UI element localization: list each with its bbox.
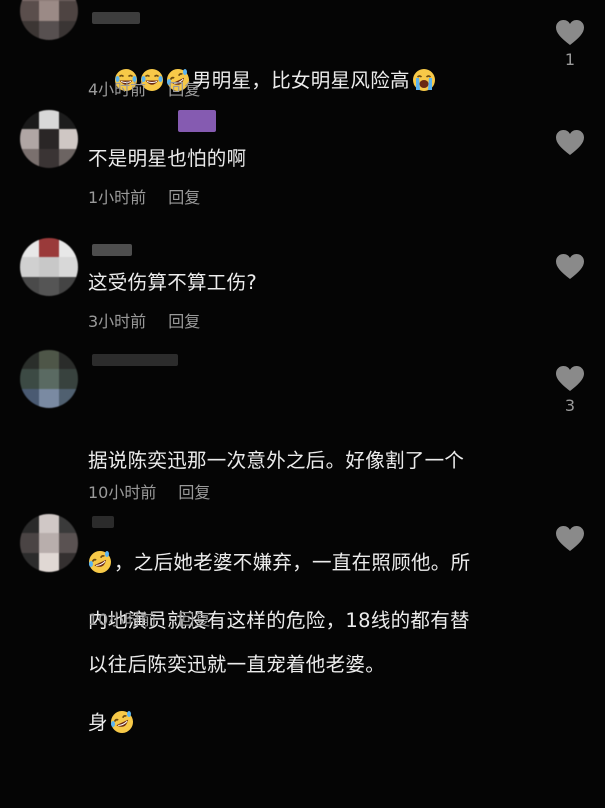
comment-item: 据说陈奕迅那一次意外之后。好像割了一个 ，之后她老婆不嫌弃，一直在照顾他。所 以…	[0, 346, 605, 676]
crying-emoji	[412, 68, 436, 92]
like-count: 3	[564, 396, 576, 415]
comment-text-body: 身	[88, 711, 108, 734]
reply-button[interactable]: 回复	[168, 188, 200, 207]
username-blurred[interactable]	[178, 110, 216, 132]
reply-button[interactable]: 回复	[178, 610, 210, 629]
like-count: 1	[564, 50, 576, 69]
comment-text-body: 男明星，比女明星风险高	[192, 69, 410, 92]
comment-text-line: 身	[88, 706, 538, 740]
comment-meta: 1小时前 回复	[88, 184, 200, 208]
like-button[interactable]	[556, 526, 584, 552]
heart-icon	[556, 254, 584, 280]
comment-meta: 3小时前 回复	[88, 308, 200, 332]
comment-meta: 10小时前 回复	[88, 606, 210, 630]
timestamp: 1小时前	[88, 188, 147, 207]
avatar[interactable]	[20, 0, 78, 40]
like-button[interactable]	[556, 130, 584, 156]
username-blurred[interactable]	[92, 354, 178, 366]
timestamp: 10小时前	[88, 483, 157, 502]
timestamp: 4小时前	[88, 80, 147, 99]
comment-item: 这受伤算不算工伤? 3小时前 回复	[0, 238, 605, 348]
timestamp: 10小时前	[88, 610, 157, 629]
comment-item: 内地演员就没有这样的危险，18线的都有替 身 10小时前 回复	[0, 510, 605, 734]
reply-button[interactable]: 回复	[168, 312, 200, 331]
username-blurred[interactable]	[92, 12, 140, 24]
timestamp: 3小时前	[88, 312, 147, 331]
heart-icon	[556, 20, 584, 46]
heart-icon	[556, 526, 584, 552]
heart-icon	[556, 130, 584, 156]
like-button[interactable]	[556, 20, 584, 46]
rofl-emoji	[110, 710, 134, 734]
username-blurred[interactable]	[92, 516, 114, 528]
reply-button[interactable]: 回复	[178, 483, 210, 502]
avatar[interactable]	[20, 350, 78, 408]
avatar[interactable]	[20, 110, 78, 168]
comment-meta: 4小时前 回复	[88, 76, 200, 100]
comment-text: 不是明星也怕的啊	[88, 147, 247, 170]
username-blurred[interactable]	[92, 244, 132, 256]
avatar[interactable]	[20, 514, 78, 572]
comment-text: 内地演员就没有这样的危险，18线的都有替 身	[88, 536, 538, 808]
comment-item: 不是明星也怕的啊 1小时前 回复	[0, 110, 605, 228]
comment-text-line: 据说陈奕迅那一次意外之后。好像割了一个	[88, 449, 465, 472]
reply-button[interactable]: 回复	[168, 80, 200, 99]
heart-icon	[556, 366, 584, 392]
comment-item: 男明星，比女明星风险高 4小时前 回复 1	[0, 0, 605, 110]
like-button[interactable]	[556, 254, 584, 280]
avatar[interactable]	[20, 238, 78, 296]
like-button[interactable]	[556, 366, 584, 392]
comment-text: 这受伤算不算工伤?	[88, 271, 258, 294]
comment-meta: 10小时前 回复	[88, 479, 210, 503]
